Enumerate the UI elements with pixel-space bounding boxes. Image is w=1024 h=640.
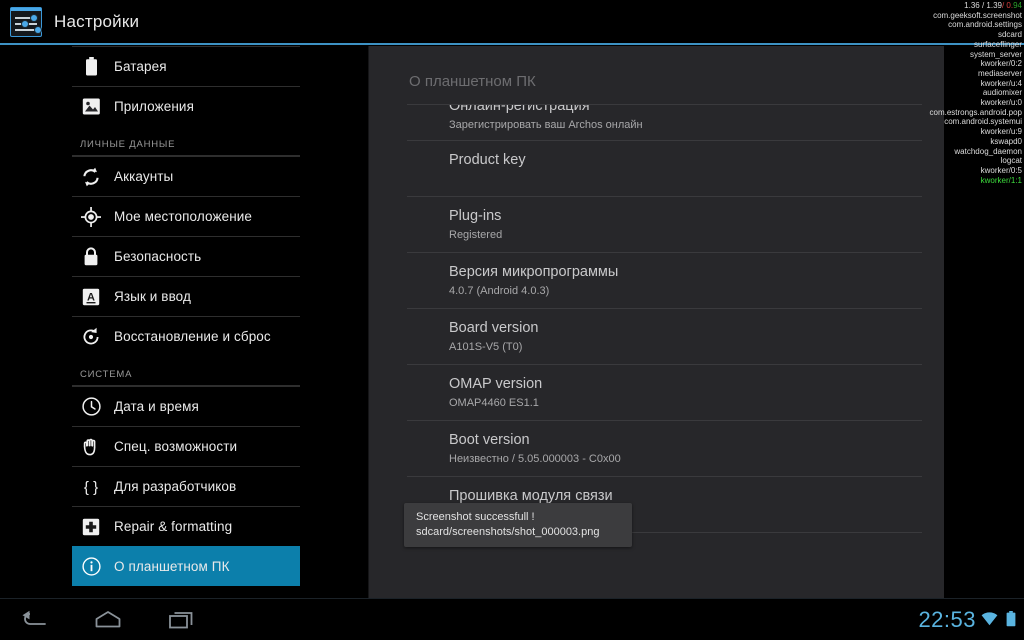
item-subtitle: 4.0.7 (Android 4.0.3)	[449, 285, 550, 297]
item-subtitle: A101S-V5 (T0)	[449, 341, 523, 353]
debug-process: surfaceflinger	[973, 39, 1022, 49]
sidebar-item-label: Язык и ввод	[114, 289, 191, 304]
debug-process: com.geeksoft.screenshot	[933, 10, 1022, 20]
sidebar-item-security[interactable]: Безопасность	[72, 236, 300, 276]
page-title: О планшетном ПК	[409, 73, 536, 90]
svg-text:A: A	[87, 291, 95, 303]
sidebar-item-accessibility[interactable]: Спец. возможности	[72, 426, 300, 466]
sidebar-item-language-input[interactable]: A Язык и ввод	[72, 276, 300, 316]
debug-process: kworker/0:5	[980, 165, 1022, 175]
list-item-omap-version[interactable]: OMAP version OMAP4460 ES1.1	[407, 364, 922, 420]
sidebar-item-label: Repair & formatting	[114, 519, 233, 534]
svg-text:{ }: { }	[84, 479, 98, 496]
list-item-plugins[interactable]: Plug-ins Registered	[407, 196, 922, 252]
app-title: Настройки	[54, 12, 140, 31]
sidebar-item-label: Восстановление и сброс	[114, 329, 271, 344]
home-button[interactable]	[80, 599, 136, 640]
hand-accessibility-icon	[80, 437, 102, 456]
sidebar-item-label: О планшетном ПК	[114, 558, 230, 574]
settings-sidebar: Батарея Приложения ЛИЧНЫЕ ДАННЫЕ Аккаунт…	[72, 46, 300, 586]
debug-process: com.android.systemui	[944, 117, 1022, 127]
cpu-debug-overlay: 1.36 / 1.39/ 0.94 com.geeksoft.screensho…	[822, 1, 1023, 185]
item-title: Board version	[449, 320, 539, 336]
debug-cpu-load: 1.36 / 1.39/ 0.94	[964, 1, 1022, 10]
sidebar-item-label: Безопасность	[114, 249, 202, 264]
settings-sliders-icon	[10, 7, 42, 37]
back-button[interactable]	[6, 599, 62, 640]
sidebar-item-my-location[interactable]: Мое местоположение	[72, 196, 300, 236]
debug-process: kworker/u:9	[980, 127, 1022, 137]
item-subtitle: Registered	[449, 229, 503, 241]
list-item-board-version[interactable]: Board version A101S-V5 (T0)	[407, 308, 922, 364]
debug-process: logcat	[1000, 156, 1022, 166]
debug-process: com.android.settings	[948, 20, 1022, 30]
sidebar-header-system: СИСТЕМА	[72, 356, 300, 386]
item-subtitle	[449, 563, 922, 579]
sidebar-header-personal: ЛИЧНЫЕ ДАННЫЕ	[72, 126, 300, 156]
debug-process: audiomixer	[982, 88, 1022, 98]
sidebar-item-accounts[interactable]: Аккаунты	[72, 156, 300, 196]
debug-process-highlighted: kworker/1:1	[980, 175, 1022, 185]
system-navigation-bar: 22:53	[0, 598, 1024, 640]
sidebar-item-developer-options[interactable]: { } Для разработчиков	[72, 466, 300, 506]
sidebar-header-label: СИСТЕМА	[80, 369, 133, 380]
toast-screenshot-saved: Screenshot successfull ! sdcard/screensh…	[404, 503, 632, 547]
debug-process: kworker/u:0	[980, 98, 1022, 108]
item-title: OMAP version	[449, 376, 543, 392]
toast-line-2: sdcard/screenshots/shot_000003.png	[416, 525, 600, 538]
debug-process: sdcard	[997, 30, 1022, 40]
sidebar-item-label: Приложения	[114, 99, 194, 114]
lock-icon	[80, 247, 102, 266]
sidebar-item-label: Батарея	[114, 59, 167, 74]
debug-process: system_server	[969, 49, 1022, 59]
sidebar-item-battery[interactable]: Батарея	[72, 46, 300, 86]
debug-process: kswapd0	[990, 136, 1022, 146]
list-item-boot-version[interactable]: Boot version Неизвестно / 5.05.000003 - …	[407, 420, 922, 476]
sidebar-item-date-time[interactable]: Дата и время	[72, 386, 300, 426]
debug-process: com.estrongs.android.pop	[929, 107, 1023, 117]
debug-process: mediaserver	[977, 68, 1022, 78]
battery-icon	[1006, 611, 1016, 632]
location-crosshair-icon	[80, 206, 102, 227]
sidebar-item-label: Для разработчиков	[114, 479, 237, 494]
sync-accounts-icon	[80, 167, 102, 187]
battery-icon	[80, 57, 102, 76]
sidebar-item-label: Мое местоположение	[114, 209, 252, 224]
debug-process: kworker/0:2	[980, 59, 1022, 69]
sidebar-item-repair-formatting[interactable]: Repair & formatting	[72, 506, 300, 546]
info-circle-icon	[80, 556, 102, 576]
item-title: Plug-ins	[449, 208, 502, 224]
braces-developer-icon: { }	[80, 478, 102, 496]
sidebar-item-label: Дата и время	[114, 399, 199, 414]
language-a-icon: A	[80, 288, 102, 306]
repair-plus-icon	[80, 518, 102, 536]
toast-line-1: Screenshot successfull !	[416, 511, 535, 523]
clock-icon	[80, 397, 102, 416]
sidebar-item-label: Спец. возможности	[114, 439, 238, 454]
status-clock: 22:53	[918, 607, 976, 632]
debug-process: watchdog_daemon	[954, 146, 1022, 156]
item-title: Версия микропрограммы	[449, 264, 619, 280]
item-title: Boot version	[449, 432, 530, 448]
wifi-icon	[981, 611, 998, 631]
sidebar-item-backup-reset[interactable]: Восстановление и сброс	[72, 316, 300, 356]
android-settings-screen: Настройки 1.36 / 1.39/ 0.94 com.geeksoft…	[0, 0, 1024, 640]
item-subtitle: Неизвестно / 5.05.000003 - C0x00	[449, 453, 621, 465]
apps-image-icon	[80, 97, 102, 116]
list-item-firmware-version[interactable]: Версия микропрограммы 4.0.7 (Android 4.0…	[407, 252, 922, 308]
debug-process: kworker/u:4	[980, 78, 1022, 88]
backup-reset-icon	[80, 327, 102, 347]
sidebar-item-about-tablet[interactable]: О планшетном ПК	[72, 546, 300, 586]
sidebar-header-label: ЛИЧНЫЕ ДАННЫЕ	[80, 139, 176, 150]
item-subtitle: OMAP4460 ES1.1	[449, 397, 539, 409]
recent-apps-button[interactable]	[154, 599, 210, 640]
sidebar-item-apps[interactable]: Приложения	[72, 86, 300, 126]
sidebar-item-label: Аккаунты	[114, 169, 174, 184]
